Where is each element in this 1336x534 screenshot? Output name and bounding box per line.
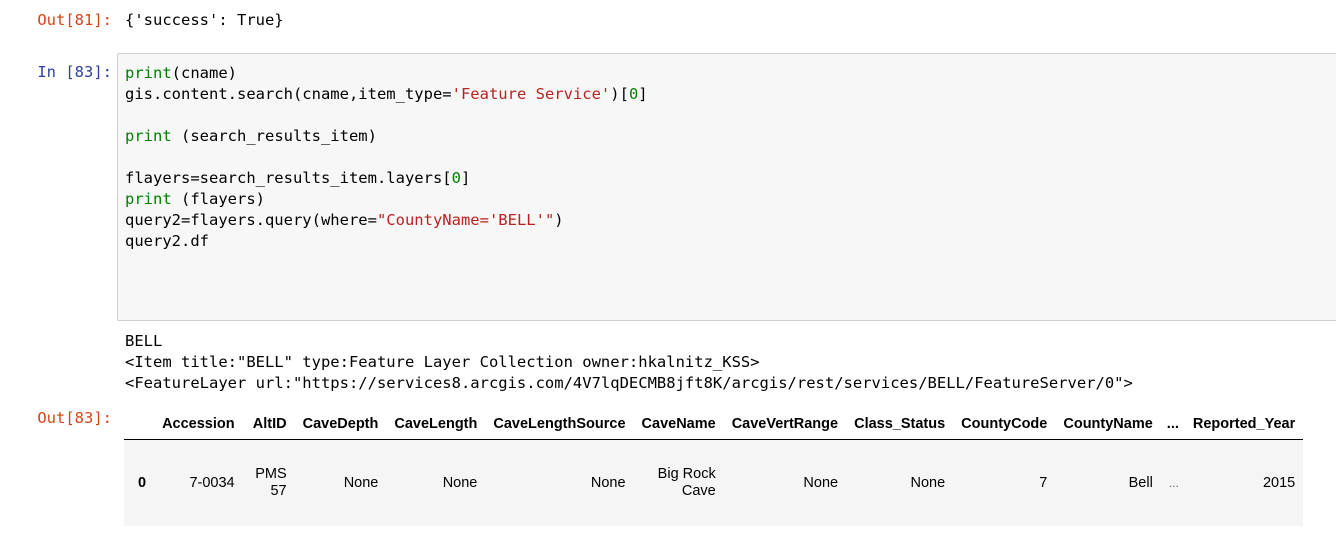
code-cell-editor[interactable]: print(cname) gis.content.search(cname,ite… [117,53,1336,321]
code-line: gis.content.search(cname,item_type='Feat… [125,85,648,103]
dataframe-header-row: Accession AltID CaveDepth CaveLength CaveLen… [124,408,1304,440]
stdout-line: <Item title:"BELL" type:Feature Layer Co… [125,353,760,371]
table-cell: None [590,474,626,491]
dataframe-output: Accession AltID CaveDepth CaveLength CaveLen… [124,408,1336,526]
table-cell: Bell [1128,474,1153,491]
column-header: CaveLengthSource [485,408,634,440]
column-header: CaveLength [386,408,486,440]
out83-prompt: Out[83]: [37,409,112,427]
table-cell: Big Rock Cave [657,466,716,499]
column-header: CountyName [1055,408,1161,440]
column-header: CaveVertRange [723,408,847,440]
column-header: ... [1160,408,1185,440]
table-cell: None [910,474,946,491]
table-cell: None [442,474,478,491]
code-line: ​ [125,147,648,168]
stdout-line: BELL [125,332,163,350]
out81-prompt: Out[81]: [37,11,112,29]
code-line: print (search_results_item) [125,127,377,145]
table-cell: None [803,474,839,491]
index-header [124,408,155,440]
column-header: CountyCode [953,408,1056,440]
table-cell: ... [1168,475,1179,490]
code-line: flayers=search_results_item.layers[0] [125,169,471,187]
code-line: print(cname) [125,64,237,82]
dataframe-table: Accession AltID CaveDepth CaveLength CaveLen… [124,408,1304,526]
table-cell: None [343,474,379,491]
out81-output: {'success': True} [125,11,284,29]
table-cell: 7 [1039,474,1048,491]
code-line: query2=flayers.query(where="CountyName='… [125,211,564,229]
column-header: Accession [154,408,243,440]
code-line: ​ [125,105,648,126]
code-line: query2.df [125,232,209,250]
column-header: Reported_Year [1184,408,1304,440]
row-index: 0 [138,474,147,491]
in83-prompt: In [83]: [37,63,112,81]
table-cell: 7-0034 [189,474,235,491]
stdout-output: BELL <Item title:"BELL" type:Feature Laye… [125,331,1133,394]
column-header: AltID [242,408,295,440]
column-header: Class_Status [846,408,954,440]
code-text[interactable]: print(cname) gis.content.search(cname,ite… [125,63,648,252]
column-header: CaveDepth [294,408,387,440]
table-row: 0 7-0034 PMS 57 None None None Big Rock Cave No… [124,439,1304,526]
table-cell: 2015 [1262,474,1296,491]
table-cell: PMS 57 [255,466,287,499]
code-line: print (flayers) [125,190,265,208]
stdout-line: <FeatureLayer url:"https://services8.arc… [125,374,1133,392]
column-header: CaveName [633,408,724,440]
